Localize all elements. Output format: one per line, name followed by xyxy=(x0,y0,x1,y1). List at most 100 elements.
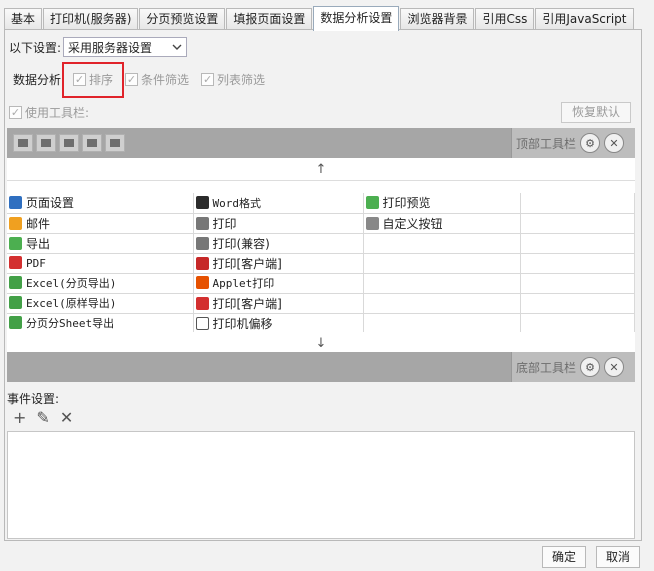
table-row: 分页分Sheet导出 打印机偏移 xyxy=(7,313,635,334)
checkmark-icon: ✓ xyxy=(9,106,22,119)
chevron-down-icon xyxy=(172,40,182,57)
add-icon[interactable]: + xyxy=(13,408,26,427)
tab-javascript[interactable]: 引用JavaScript xyxy=(535,8,634,30)
excel-icon xyxy=(9,276,22,289)
tab-browser-background[interactable]: 浏览器背景 xyxy=(400,8,475,30)
use-toolbar-label: 使用工具栏: xyxy=(25,106,90,120)
grid-cell[interactable]: 打印[客户端] xyxy=(193,253,364,274)
ok-button[interactable]: 确定 xyxy=(542,546,586,568)
settings-select[interactable]: 采用服务器设置 xyxy=(63,37,188,57)
mail-icon[interactable] xyxy=(105,134,125,152)
tab-data-analysis[interactable]: 数据分析设置 xyxy=(313,6,400,31)
bottom-toolbar-label-area: 底部工具栏 ⚙ ✕ xyxy=(511,352,635,382)
tab-bar: 基本 打印机(服务器) 分页预览设置 填报页面设置 数据分析设置 浏览器背景 引… xyxy=(4,6,644,31)
bottom-toolbar-label: 底部工具栏 xyxy=(516,360,577,375)
print-icon xyxy=(195,216,209,230)
event-settings-label: 事件设置: xyxy=(7,392,60,406)
event-list[interactable] xyxy=(7,431,635,539)
print-icon xyxy=(195,236,209,250)
highlight-box xyxy=(62,62,124,98)
export-icon[interactable] xyxy=(82,134,102,152)
analysis-label: 数据分析 xyxy=(13,73,62,87)
excel-sheet-icon xyxy=(9,316,22,329)
list-filter-checkbox[interactable]: ✓ 列表筛选 xyxy=(201,71,265,88)
settings-label: 以下设置: xyxy=(9,40,62,55)
grid-cell xyxy=(363,313,521,334)
table-row: Excel(原样导出) 打印[客户端] xyxy=(7,293,635,314)
table-row: Excel(分页导出) Applet打印 xyxy=(7,273,635,294)
pdf-print-icon xyxy=(195,296,209,310)
grid-cell xyxy=(520,233,635,254)
cancel-button[interactable]: 取消 xyxy=(596,546,640,568)
condition-filter-checkbox[interactable]: ✓ 条件筛选 xyxy=(125,71,189,88)
grid-cell xyxy=(520,273,635,294)
gear-icon xyxy=(365,216,379,230)
checkmark-icon: ✓ xyxy=(125,73,139,86)
move-icon xyxy=(195,316,209,330)
grid-cell[interactable]: 页面设置 xyxy=(7,193,194,214)
mail-icon xyxy=(9,216,22,230)
top-toolbar-icons xyxy=(13,134,128,152)
excel-icon xyxy=(9,296,22,309)
grid-cell xyxy=(363,273,521,294)
page-setup-icon[interactable] xyxy=(13,134,33,152)
grid-cell[interactable]: PDF xyxy=(7,253,194,274)
tab-page-preview[interactable]: 分页预览设置 xyxy=(139,8,226,30)
arrow-down-icon[interactable]: ↓ xyxy=(316,336,327,351)
grid-cell xyxy=(520,193,635,214)
close-icon[interactable]: ✕ xyxy=(604,357,625,377)
grid-cell xyxy=(363,233,521,254)
edit-icon[interactable]: ✎ xyxy=(36,408,49,427)
data-analysis-panel: 以下设置: 采用服务器设置 数据分析 ✓ 排序 ✓ 条件筛选 ✓ 列表筛选 ✓ … xyxy=(4,29,642,541)
move-up-row[interactable]: ↑ xyxy=(7,158,635,180)
table-row: 邮件 打印 自定义按钮 xyxy=(7,213,635,234)
client-print-icon xyxy=(195,256,209,270)
close-icon[interactable]: ✕ xyxy=(604,133,625,153)
grid-cell[interactable]: 打印预览 xyxy=(363,193,521,214)
table-row: 导出 打印(兼容) xyxy=(7,233,635,254)
event-toolbar: + ✎ ✕ xyxy=(13,408,73,427)
grid-cell[interactable]: 打印(兼容) xyxy=(193,233,364,254)
gear-icon[interactable]: ⚙ xyxy=(580,133,601,153)
gear-icon[interactable]: ⚙ xyxy=(580,357,601,377)
delete-icon[interactable]: ✕ xyxy=(60,408,73,427)
tab-fill-page[interactable]: 填报页面设置 xyxy=(226,8,313,30)
analysis-row: 数据分析 ✓ 排序 ✓ 条件筛选 ✓ 列表筛选 xyxy=(13,71,265,88)
checkmark-icon: ✓ xyxy=(201,73,215,86)
settings-select-value: 采用服务器设置 xyxy=(68,40,153,55)
grid-cell xyxy=(363,253,521,274)
grid-cell[interactable]: Applet打印 xyxy=(193,273,364,294)
print-preview-icon[interactable] xyxy=(36,134,56,152)
tab-basic[interactable]: 基本 xyxy=(4,8,43,30)
tab-printer-server[interactable]: 打印机(服务器) xyxy=(43,8,139,30)
arrow-up-icon[interactable]: ↑ xyxy=(316,162,327,177)
table-row: 页面设置 Word格式 打印预览 xyxy=(7,193,635,214)
restore-default-button[interactable]: 恢复默认 xyxy=(561,102,631,123)
grid-cell[interactable]: 打印[客户端] xyxy=(193,293,364,314)
grid-cell xyxy=(520,253,635,274)
grid-cell[interactable]: Word格式 xyxy=(193,193,364,214)
grid-cell[interactable]: 打印机偏移 xyxy=(193,313,364,334)
grid-cell xyxy=(520,213,635,234)
bottom-toolbar-bar: 底部工具栏 ⚙ ✕ xyxy=(7,352,635,382)
grid-cell[interactable]: 分页分Sheet导出 xyxy=(7,313,194,334)
condition-filter-label: 条件筛选 xyxy=(141,73,190,87)
use-toolbar-row[interactable]: ✓ 使用工具栏: xyxy=(9,104,89,121)
tab-css[interactable]: 引用Css xyxy=(475,8,535,30)
grid-cell[interactable]: 邮件 xyxy=(7,213,194,234)
grid-cell[interactable]: Excel(分页导出) xyxy=(7,273,194,294)
list-filter-label: 列表筛选 xyxy=(217,73,266,87)
word-icon xyxy=(195,195,209,209)
export-icon xyxy=(9,236,22,250)
grid-cell[interactable]: 导出 xyxy=(7,233,194,254)
grid-cell[interactable]: 打印 xyxy=(193,213,364,234)
use-toolbar-checkbox[interactable]: ✓ 使用工具栏: xyxy=(9,104,89,121)
grid-cell[interactable]: Excel(原样导出) xyxy=(7,293,194,314)
print-icon[interactable] xyxy=(59,134,79,152)
grid-cell xyxy=(520,313,635,334)
grid-cell xyxy=(363,293,521,314)
applet-icon xyxy=(195,276,209,289)
move-down-row[interactable]: ↓ xyxy=(7,332,635,354)
pdf-icon xyxy=(9,256,22,269)
grid-cell[interactable]: 自定义按钮 xyxy=(363,213,521,234)
